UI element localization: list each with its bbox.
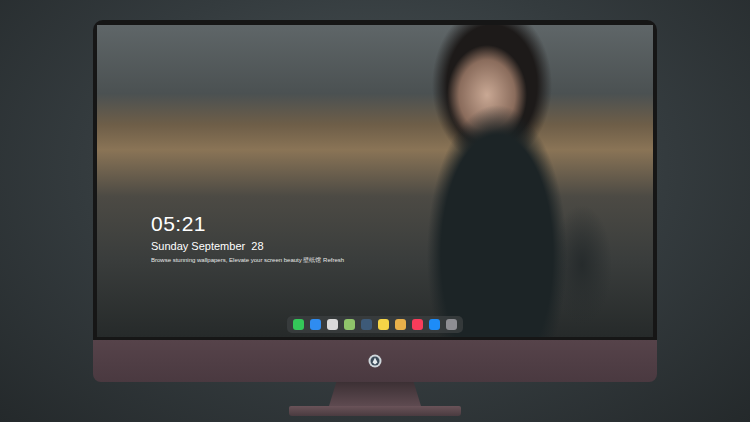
app-icon[interactable] [446, 319, 457, 330]
app-icon[interactable] [293, 319, 304, 330]
clock-date: Sunday September 28 [151, 239, 344, 253]
app-icon[interactable] [327, 319, 338, 330]
tagline: Browse stunning wallpapers, Elevate your… [151, 256, 344, 264]
monitor-chin [93, 340, 657, 382]
monitor-bezel: 05:21 Sunday September 28 Browse stunning … [93, 20, 657, 340]
app-icon[interactable] [395, 319, 406, 330]
app-icon[interactable] [310, 319, 321, 330]
monitor: 05:21 Sunday September 28 Browse stunning … [93, 20, 657, 422]
monitor-stand-base [289, 406, 461, 416]
mockup-stage: 05:21 Sunday September 28 Browse stunning … [0, 0, 750, 422]
app-icon[interactable] [412, 319, 423, 330]
monitor-stand-neck [329, 382, 421, 406]
clock-widget: 05:21 Sunday September 28 Browse stunning … [151, 212, 344, 264]
app-icon[interactable] [429, 319, 440, 330]
app-icon[interactable] [378, 319, 389, 330]
desktop-wallpaper: 05:21 Sunday September 28 Browse stunning … [97, 25, 653, 337]
app-icon[interactable] [344, 319, 355, 330]
brand-logo-icon [368, 354, 382, 368]
app-icon[interactable] [361, 319, 372, 330]
dock [287, 316, 463, 333]
clock-time: 05:21 [151, 212, 344, 236]
